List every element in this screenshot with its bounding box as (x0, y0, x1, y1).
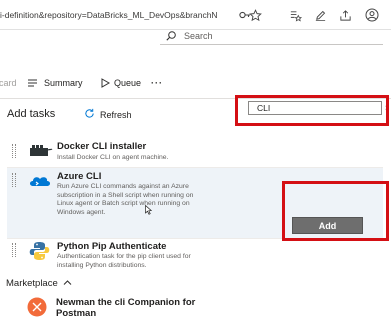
marketplace-item-name-line: Newman the cli Companion for (56, 297, 196, 308)
chevron-up-icon (63, 278, 72, 289)
star-icon[interactable] (246, 6, 264, 24)
newman-extension-icon (26, 296, 48, 320)
refresh-button[interactable]: Refresh (84, 108, 132, 121)
task-python-pip-authenticate[interactable]: Python Pip Authenticate Authentication t… (7, 239, 383, 271)
drag-handle-icon[interactable] (12, 144, 16, 158)
task-description: Authentication task for the pip client u… (57, 253, 191, 270)
mouse-cursor-icon (145, 202, 153, 220)
favorites-bar-icon[interactable] (286, 6, 304, 24)
header-search[interactable]: Search (160, 29, 383, 45)
task-description-line: installing Python distributions. (57, 261, 147, 269)
task-description-line: Linux agent or Batch script when running… (57, 200, 190, 207)
task-search-input[interactable]: CLI (248, 101, 382, 115)
refresh-label: Refresh (100, 109, 132, 120)
toolbar-partial-item[interactable]: card (0, 78, 17, 88)
browser-address-bar: i-definition&repository=DataBricks_ML_De… (0, 0, 391, 30)
pipeline-toolbar: card Summary Queue ··· (0, 77, 391, 91)
marketplace-label: Marketplace (6, 278, 58, 289)
task-description-line: subscription in a Shell script when runn… (57, 191, 194, 199)
drag-handle-icon[interactable] (12, 173, 16, 187)
drag-handle-icon[interactable] (12, 243, 16, 257)
share-icon[interactable] (336, 6, 354, 24)
task-docker-cli-installer[interactable]: Docker CLI installer Install Docker CLI … (7, 137, 383, 165)
task-description-line: Authentication task for the pip client u… (57, 253, 191, 260)
marketplace-header[interactable]: Marketplace (6, 278, 72, 289)
add-task-button[interactable]: Add (292, 217, 363, 234)
queue-icon (100, 78, 111, 90)
task-description-line: Windows agent. (57, 208, 106, 216)
docker-icon (27, 140, 53, 162)
search-placeholder: Search (184, 31, 213, 41)
search-icon (165, 29, 177, 47)
task-description-line: Run Azure CLI commands against an Azure (57, 183, 189, 190)
azure-cloud-icon (27, 170, 53, 192)
task-name: Docker CLI installer (57, 141, 147, 152)
marketplace-item-name-line: Postman (56, 308, 97, 319)
more-options-button[interactable]: ··· (151, 78, 163, 88)
address-url[interactable]: i-definition&repository=DataBricks_ML_De… (0, 10, 234, 20)
python-icon (27, 240, 53, 262)
task-name: Azure CLI (57, 171, 102, 182)
task-description: Run Azure CLI commands against an Azure … (57, 183, 193, 217)
add-tasks-title: Add tasks (7, 108, 56, 120)
summary-icon (27, 78, 38, 90)
task-name: Python Pip Authenticate (57, 241, 167, 252)
profile-icon[interactable] (363, 6, 381, 24)
task-description: Install Docker CLI on agent machine. (57, 154, 169, 161)
toolbar-divider (0, 98, 391, 99)
marketplace-item-newman[interactable]: Newman the cli Companion for Postman (56, 297, 256, 319)
refresh-icon (84, 108, 95, 121)
clear-search-icon[interactable]: › (385, 102, 388, 112)
queue-button[interactable]: Queue (114, 78, 141, 88)
pen-icon[interactable] (311, 6, 329, 24)
summary-button[interactable]: Summary (44, 78, 83, 88)
